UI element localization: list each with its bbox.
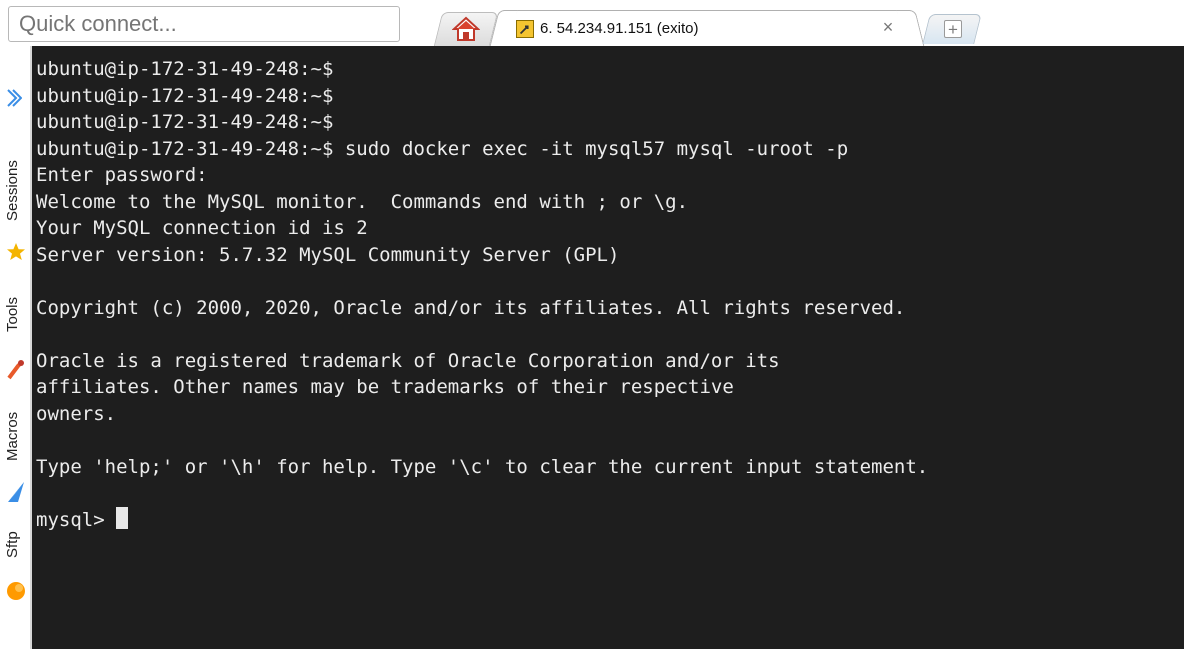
mysql-prompt: mysql>	[36, 508, 117, 531]
terminal-line: ubuntu@ip-172-31-49-248:~$ sudo docker e…	[36, 137, 849, 160]
terminal-line: owners.	[36, 402, 117, 425]
sidebar-item-sftp[interactable]: Sftp	[4, 520, 30, 570]
terminal-line: Server version: 5.7.32 MySQL Community S…	[36, 243, 620, 266]
terminal-line: Type 'help;' or '\h' for help. Type '\c'…	[36, 455, 929, 478]
sidebar-item-macros[interactable]: Macros	[4, 396, 30, 476]
home-icon[interactable]	[452, 16, 480, 42]
terminal-line: Copyright (c) 2000, 2020, Oracle and/or …	[36, 296, 906, 319]
terminal-prompt-line[interactable]: mysql>	[36, 506, 1184, 534]
terminal-line: affiliates. Other names may be trademark…	[36, 376, 734, 398]
terminal-line: Your MySQL connection id is 2	[36, 217, 368, 239]
terminal-line: Oracle is a registered trademark of Orac…	[36, 349, 780, 372]
quick-connect-input[interactable]	[8, 6, 400, 42]
top-bar: 6. 54.234.91.151 (exito) × +	[0, 0, 1184, 46]
tools-icon[interactable]	[6, 358, 26, 380]
star-icon[interactable]	[6, 242, 26, 262]
chevron-right-icon[interactable]	[6, 88, 22, 108]
sidebar-item-tools[interactable]: Tools	[4, 284, 30, 344]
terminal-cursor	[116, 506, 129, 529]
terminal-line: ubuntu@ip-172-31-49-248:~$	[36, 84, 334, 107]
terminal-line: Enter password:	[36, 164, 208, 186]
close-tab-icon[interactable]: ×	[878, 16, 898, 38]
macro-icon[interactable]	[6, 480, 26, 504]
sidebar: Sessions Tools Macros Sftp	[0, 46, 32, 649]
sidebar-item-sessions[interactable]: Sessions	[4, 146, 30, 236]
terminal-line: Welcome to the MySQL monitor. Commands e…	[36, 190, 689, 213]
terminal-line: ubuntu@ip-172-31-49-248:~$	[36, 111, 334, 133]
terminal-output[interactable]: ubuntu@ip-172-31-49-248:~$ ubuntu@ip-172…	[32, 46, 1184, 649]
terminal-session-icon	[516, 20, 534, 38]
tab-session-label: 6. 54.234.91.151 (exito)	[540, 20, 699, 37]
plus-icon[interactable]: +	[944, 20, 962, 39]
terminal-line: ubuntu@ip-172-31-49-248:~$	[36, 58, 334, 80]
sftp-icon[interactable]	[6, 580, 26, 602]
